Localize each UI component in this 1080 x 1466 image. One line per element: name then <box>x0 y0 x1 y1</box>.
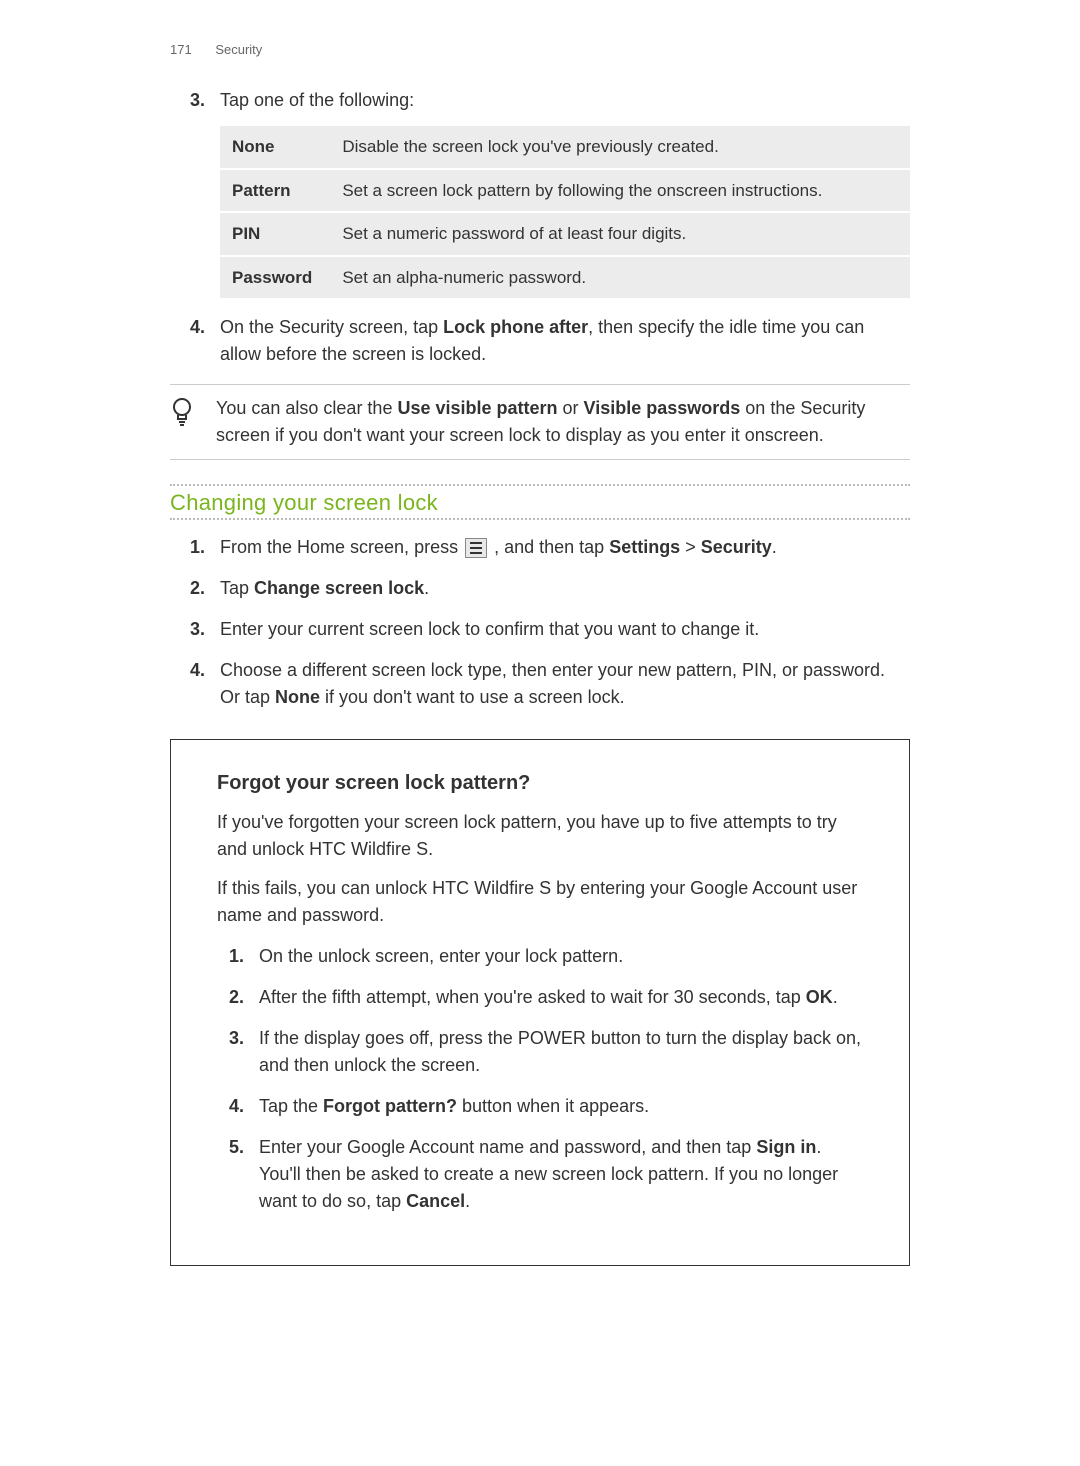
step-number: 2. <box>190 575 205 602</box>
text-part: button when it appears. <box>457 1096 649 1116</box>
steps-continued: 3. Tap one of the following: None Disabl… <box>170 87 910 368</box>
section-rule <box>170 518 910 520</box>
text-part: From the Home screen, press <box>220 537 463 557</box>
step-3: 3. Tap one of the following: None Disabl… <box>220 87 910 300</box>
forgot-steps: 1. On the unlock screen, enter your lock… <box>217 943 863 1215</box>
option-desc: Disable the screen lock you've previousl… <box>330 126 910 168</box>
box-title: Forgot your screen lock pattern? <box>217 772 863 795</box>
option-key: None <box>220 126 330 168</box>
step-text: Enter your current screen lock to confir… <box>220 619 759 639</box>
step-number: 2. <box>229 984 244 1011</box>
text-part: . <box>833 987 838 1007</box>
option-key: Pattern <box>220 170 330 212</box>
change-step-3: 3. Enter your current screen lock to con… <box>220 616 910 643</box>
step-number: 4. <box>190 314 205 341</box>
forgot-step-2: 2. After the fifth attempt, when you're … <box>259 984 863 1011</box>
text-part: On the Security screen, tap <box>220 317 443 337</box>
bold-text: Cancel <box>406 1191 465 1211</box>
option-desc: Set a numeric password of at least four … <box>330 213 910 255</box>
bold-text: OK <box>806 987 833 1007</box>
bold-text: None <box>275 687 320 707</box>
step-number: 1. <box>229 943 244 970</box>
bold-text: Visible passwords <box>584 398 741 418</box>
text-part: . <box>424 578 429 598</box>
change-step-1: 1. From the Home screen, press , and the… <box>220 534 910 561</box>
forgot-step-1: 1. On the unlock screen, enter your lock… <box>259 943 863 970</box>
forgot-pattern-box: Forgot your screen lock pattern? If you'… <box>170 739 910 1266</box>
text-part: Tap the <box>259 1096 323 1116</box>
step-number: 3. <box>229 1025 244 1052</box>
forgot-step-3: 3. If the display goes off, press the PO… <box>259 1025 863 1079</box>
tip-callout: You can also clear the Use visible patte… <box>170 384 910 460</box>
option-key: Password <box>220 257 330 299</box>
step-number: 3. <box>190 87 205 114</box>
table-row: None Disable the screen lock you've prev… <box>220 126 910 168</box>
box-paragraph: If you've forgotten your screen lock pat… <box>217 809 863 863</box>
section-name: Security <box>215 42 262 57</box>
table-row: PIN Set a numeric password of at least f… <box>220 213 910 255</box>
bold-text: Lock phone after <box>443 317 588 337</box>
text-part: Enter your Google Account name and passw… <box>259 1137 756 1157</box>
step-number: 1. <box>190 534 205 561</box>
section-rule <box>170 484 910 486</box>
text-part: . <box>772 537 777 557</box>
step-number: 5. <box>229 1134 244 1161</box>
step-number: 3. <box>190 616 205 643</box>
box-paragraph: If this fails, you can unlock HTC Wildfi… <box>217 875 863 929</box>
bold-text: Security <box>701 537 772 557</box>
step-text: Tap one of the following: <box>220 90 414 110</box>
step-text: If the display goes off, press the POWER… <box>259 1028 861 1075</box>
step-number: 4. <box>229 1093 244 1120</box>
text-part: if you don't want to use a screen lock. <box>320 687 625 707</box>
bold-text: Forgot pattern? <box>323 1096 457 1116</box>
bold-text: Sign in <box>756 1137 816 1157</box>
forgot-step-5: 5. Enter your Google Account name and pa… <box>259 1134 863 1215</box>
table-row: Password Set an alpha-numeric password. <box>220 257 910 299</box>
text-part: You can also clear the <box>216 398 397 418</box>
forgot-step-4: 4. Tap the Forgot pattern? button when i… <box>259 1093 863 1120</box>
step-number: 4. <box>190 657 205 684</box>
page-number: 171 <box>170 42 192 57</box>
text-part: Tap <box>220 578 254 598</box>
option-key: PIN <box>220 213 330 255</box>
bold-text: Change screen lock <box>254 578 424 598</box>
menu-icon <box>465 538 487 558</box>
text-part: or <box>558 398 584 418</box>
page: 171 Security 3. Tap one of the following… <box>0 0 1080 1466</box>
option-desc: Set a screen lock pattern by following t… <box>330 170 910 212</box>
table-row: Pattern Set a screen lock pattern by fol… <box>220 170 910 212</box>
bold-text: Use visible pattern <box>397 398 557 418</box>
change-step-2: 2. Tap Change screen lock. <box>220 575 910 602</box>
bold-text: Settings <box>609 537 680 557</box>
step-text: On the unlock screen, enter your lock pa… <box>259 946 623 966</box>
text-part: After the fifth attempt, when you're ask… <box>259 987 806 1007</box>
text-part: , and then tap <box>489 537 609 557</box>
option-desc: Set an alpha-numeric password. <box>330 257 910 299</box>
change-step-4: 4. Choose a different screen lock type, … <box>220 657 910 711</box>
running-header: 171 Security <box>170 42 910 57</box>
text-part: . <box>465 1191 470 1211</box>
change-steps: 1. From the Home screen, press , and the… <box>170 534 910 711</box>
step-4: 4. On the Security screen, tap Lock phon… <box>220 314 910 368</box>
lock-options-table: None Disable the screen lock you've prev… <box>220 124 910 300</box>
tip-text: You can also clear the Use visible patte… <box>216 395 910 449</box>
lightbulb-icon <box>170 395 216 431</box>
section-title: Changing your screen lock <box>170 490 910 516</box>
text-part: > <box>680 537 701 557</box>
